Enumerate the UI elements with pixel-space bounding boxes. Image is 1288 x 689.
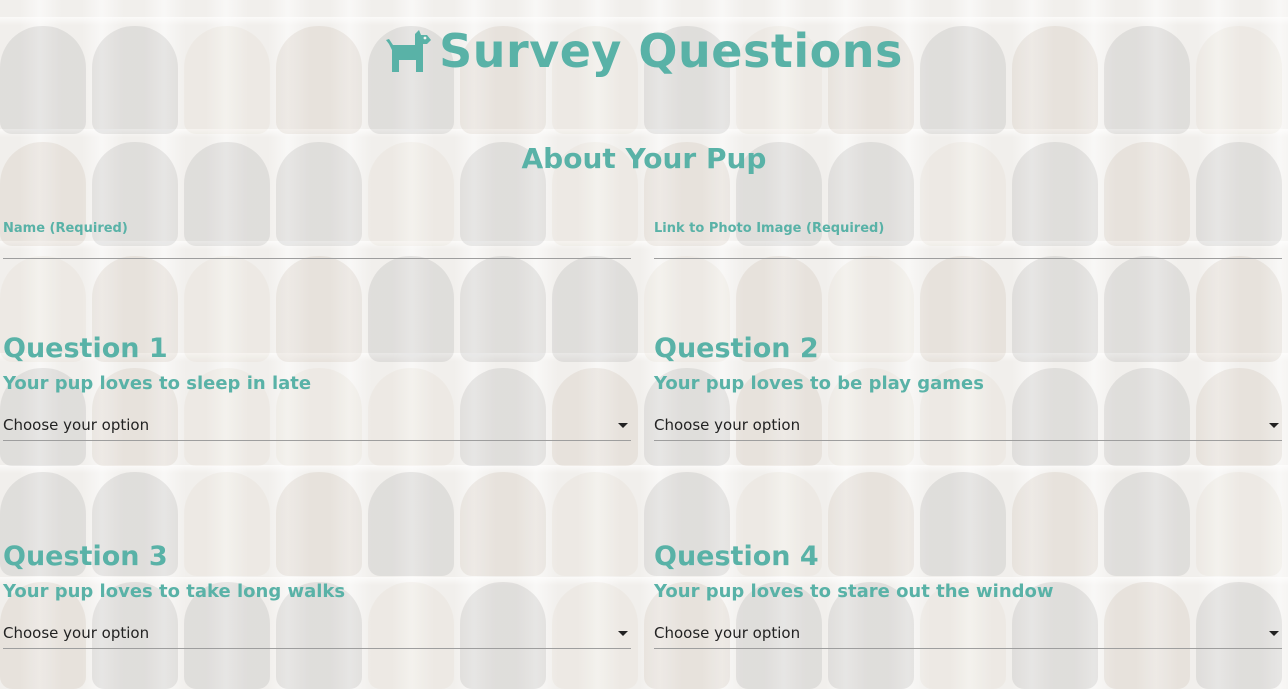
question-3-select[interactable]: Choose your option	[3, 618, 631, 649]
question-title: Question 1	[3, 333, 168, 364]
question-2-select[interactable]: Choose your option	[654, 410, 1282, 441]
select-value: Choose your option	[3, 624, 150, 642]
question-title: Question 3	[3, 541, 168, 572]
question-4: Question 4 Your pup loves to stare out t…	[654, 540, 1282, 649]
question-text: Your pup loves to stare out the window	[654, 581, 1054, 602]
select-value: Choose your option	[3, 416, 150, 434]
question-text: Your pup loves to sleep in late	[3, 373, 312, 394]
question-3: Question 3 Your pup loves to take long w…	[3, 540, 631, 649]
page-header: Survey Questions	[0, 24, 1288, 78]
caret-down-icon	[618, 630, 628, 636]
name-field-label: Name (Required)	[3, 221, 128, 236]
question-title: Question 4	[654, 541, 819, 572]
question-text: Your pup loves to be play games	[654, 373, 984, 394]
photo-link-field-label: Link to Photo Image (Required)	[654, 221, 885, 236]
question-text: Your pup loves to take long walks	[3, 581, 346, 602]
select-value: Choose your option	[654, 416, 801, 434]
caret-down-icon	[618, 422, 628, 428]
caret-down-icon	[1269, 630, 1279, 636]
question-1-select[interactable]: Choose your option	[3, 410, 631, 441]
question-title: Question 2	[654, 333, 819, 364]
page-title: Survey Questions	[439, 24, 903, 78]
question-2: Question 2 Your pup loves to be play gam…	[654, 332, 1282, 441]
select-value: Choose your option	[654, 624, 801, 642]
name-input[interactable]	[3, 240, 631, 258]
name-field: Name (Required)	[3, 218, 631, 259]
section-title: About Your Pup	[521, 142, 767, 175]
caret-down-icon	[1269, 422, 1279, 428]
dog-icon	[385, 28, 433, 74]
photo-link-input[interactable]	[654, 240, 1282, 258]
question-4-select[interactable]: Choose your option	[654, 618, 1282, 649]
question-1: Question 1 Your pup loves to sleep in la…	[3, 332, 631, 441]
photo-link-field: Link to Photo Image (Required)	[654, 218, 1282, 259]
